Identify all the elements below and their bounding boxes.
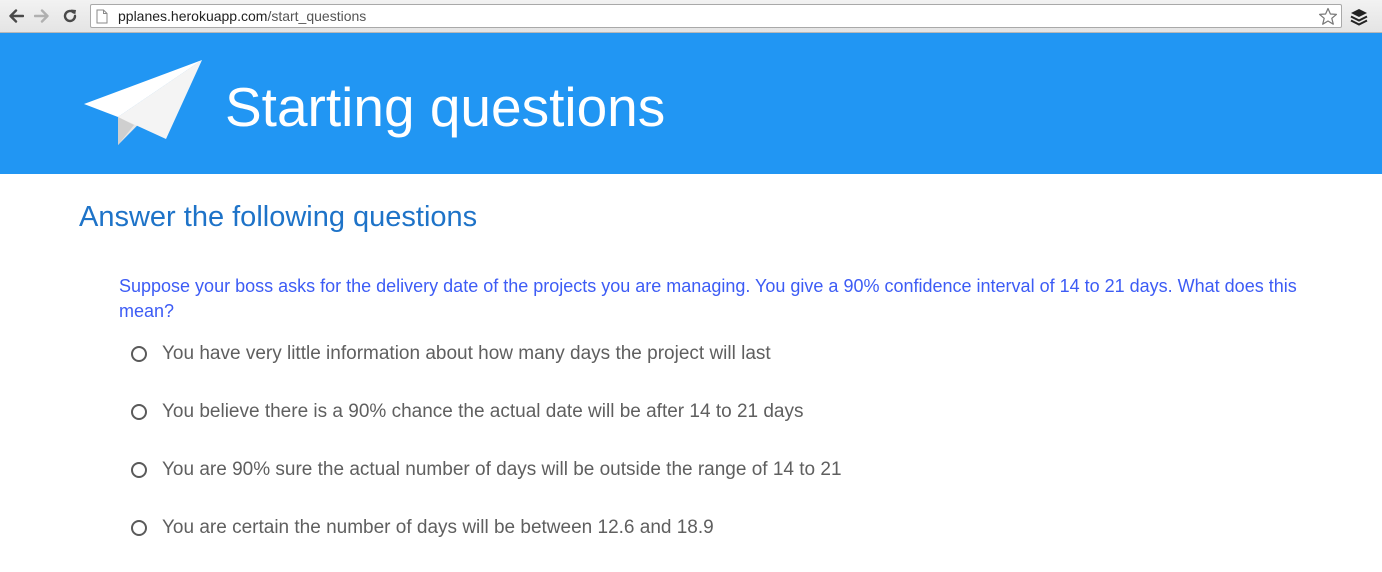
back-arrow-icon <box>9 9 24 23</box>
paper-plane-icon <box>84 60 202 145</box>
header-banner: Starting questions <box>0 33 1382 174</box>
forward-arrow-icon <box>34 9 49 23</box>
option-label[interactable]: You are 90% sure the actual number of da… <box>162 457 842 483</box>
reload-icon <box>63 9 77 23</box>
section-heading: Answer the following questions <box>79 201 478 233</box>
page-title: Starting questions <box>225 76 666 138</box>
option-label[interactable]: You are certain the number of days will … <box>162 515 714 541</box>
option-label[interactable]: You believe there is a 90% chance the ac… <box>162 399 804 425</box>
back-button[interactable] <box>6 5 26 27</box>
star-icon[interactable] <box>1318 7 1338 26</box>
radio-button[interactable] <box>131 462 147 478</box>
browser-toolbar: pplanes.herokuapp.com/start_questions <box>0 0 1382 33</box>
forward-button[interactable] <box>32 5 52 27</box>
radio-button[interactable] <box>131 520 147 536</box>
url-path: /start_questions <box>267 8 367 24</box>
option-label[interactable]: You have very little information about h… <box>162 341 771 367</box>
url-text[interactable]: pplanes.herokuapp.com/start_questions <box>118 8 366 24</box>
layers-extension-icon[interactable] <box>1349 7 1369 27</box>
question-text: Suppose your boss asks for the delivery … <box>119 276 1297 321</box>
reload-button[interactable] <box>60 5 80 27</box>
page-icon <box>96 9 108 24</box>
radio-button[interactable] <box>131 346 147 362</box>
radio-button[interactable] <box>131 404 147 420</box>
url-host: pplanes.herokuapp.com <box>118 8 268 24</box>
address-bar[interactable]: pplanes.herokuapp.com/start_questions <box>90 4 1342 28</box>
